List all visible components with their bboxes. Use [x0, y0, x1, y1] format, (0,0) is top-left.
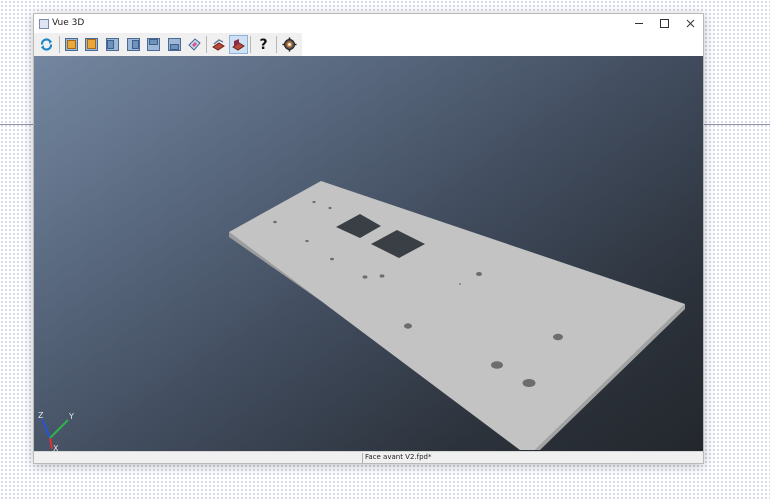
- view-top-button[interactable]: [144, 35, 163, 54]
- 3d-viewport[interactable]: Z Y X: [34, 56, 703, 451]
- help-button[interactable]: ?: [254, 35, 273, 54]
- status-filename: Face avant V2.fpd*: [365, 453, 432, 461]
- y-axis-line: [49, 419, 69, 439]
- mounting-hole: [273, 220, 277, 224]
- render-mode-active-button[interactable]: [229, 35, 248, 54]
- help-icon: ?: [259, 36, 268, 53]
- view-bottom-button[interactable]: [165, 35, 184, 54]
- mounting-hole: [553, 333, 563, 341]
- cube-view-icon: [106, 38, 119, 51]
- cube-view-icon: [147, 38, 160, 51]
- cube-view-icon: [85, 38, 98, 51]
- minimize-button[interactable]: [626, 14, 652, 33]
- toolbar-separator: [206, 36, 207, 53]
- mounting-hole: [459, 283, 461, 285]
- iso-view-icon: [188, 38, 201, 51]
- x-axis-line: [49, 437, 53, 450]
- toolbar-separator: [276, 36, 277, 53]
- mounting-hole: [362, 275, 368, 279]
- mounting-hole: [330, 257, 334, 261]
- render-mode-button[interactable]: [209, 35, 228, 54]
- window-title: Vue 3D: [52, 18, 85, 28]
- toolbar-separator: [59, 36, 60, 53]
- mounting-hole: [305, 239, 309, 243]
- refresh-button[interactable]: [37, 35, 56, 54]
- minimize-icon: [635, 23, 643, 24]
- cube-view-icon: [168, 38, 181, 51]
- settings-button[interactable]: [280, 35, 299, 54]
- view-right-button[interactable]: [124, 35, 143, 54]
- title-bar[interactable]: Vue 3D: [34, 14, 703, 33]
- view-iso-button[interactable]: [185, 35, 204, 54]
- cube-view-icon: [65, 38, 78, 51]
- axis-label-x: X: [53, 444, 59, 451]
- mounting-hole: [328, 206, 332, 210]
- mounting-hole: [379, 274, 385, 278]
- render-icon: [232, 39, 245, 51]
- gear-icon: [282, 37, 297, 52]
- app-icon: [39, 19, 49, 29]
- view-back-button[interactable]: [82, 35, 101, 54]
- axis-label-z: Z: [38, 411, 44, 420]
- status-bar: Face avant V2.fpd*: [34, 451, 703, 463]
- mounting-hole: [476, 272, 482, 276]
- maximize-button[interactable]: [651, 14, 677, 33]
- background-line-left: [0, 124, 34, 125]
- 3d-scene: Z Y X: [38, 181, 685, 451]
- refresh-icon: [40, 38, 53, 51]
- view-front-button[interactable]: [62, 35, 81, 54]
- cube-view-icon: [127, 38, 140, 51]
- toolbar: ?: [34, 33, 302, 56]
- mounting-hole: [522, 379, 536, 387]
- axis-label-y: Y: [68, 412, 74, 421]
- status-divider: [362, 453, 363, 463]
- z-axis-line: [41, 418, 51, 439]
- toolbar-separator: [250, 36, 251, 53]
- render-icon: [212, 39, 225, 51]
- vue-3d-window: Vue 3D ? Z Y X Face avant V2.fpd*: [33, 13, 704, 464]
- toolbar-empty-area: [302, 33, 703, 56]
- mounting-hole: [404, 323, 412, 329]
- view-left-button[interactable]: [103, 35, 122, 54]
- axis-triad: Z Y X: [38, 411, 74, 451]
- mounting-hole: [312, 200, 316, 204]
- close-button[interactable]: [677, 14, 703, 33]
- mounting-hole: [491, 361, 503, 369]
- background-line-right: [702, 124, 770, 125]
- front-panel-plate[interactable]: [229, 181, 685, 450]
- close-icon: [686, 19, 694, 28]
- maximize-icon: [659, 19, 669, 28]
